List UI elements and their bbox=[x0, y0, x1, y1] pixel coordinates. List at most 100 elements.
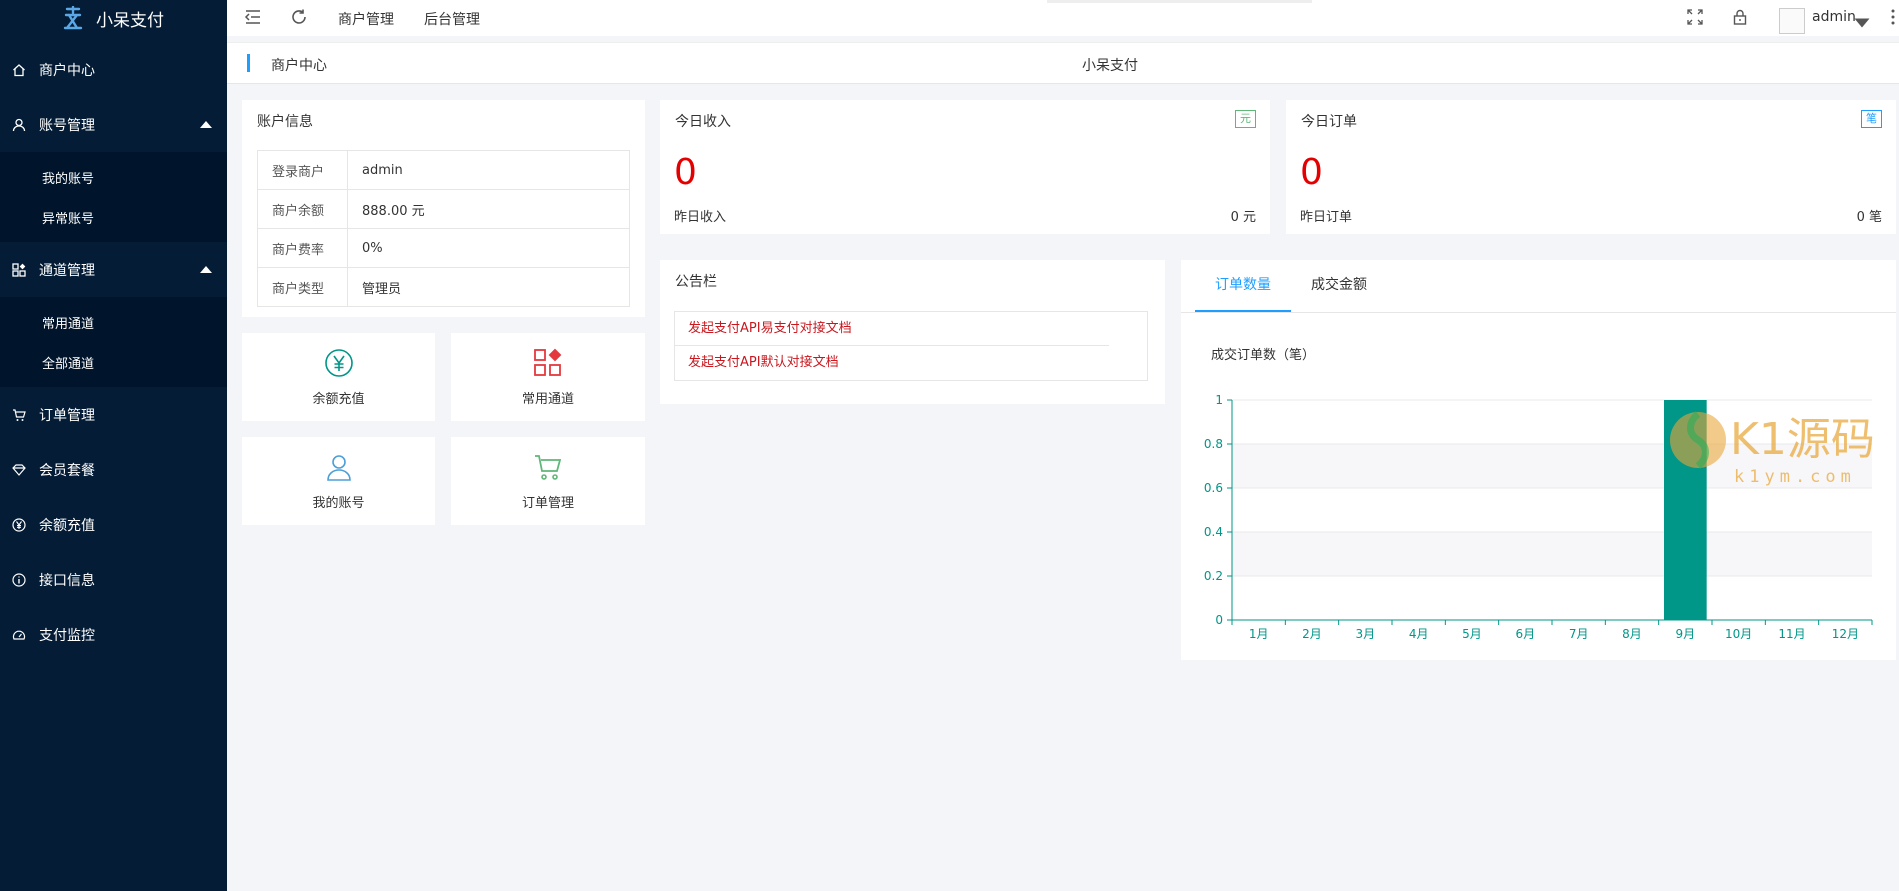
table-row: 商户费率 0% bbox=[257, 228, 630, 268]
apps-icon bbox=[533, 348, 563, 378]
y-tick-label: 0.2 bbox=[1204, 569, 1223, 583]
sidebar-item-abnormal-account[interactable]: 异常账号 bbox=[0, 197, 227, 237]
caret-up-icon bbox=[200, 121, 212, 128]
x-tick-label: 1月 bbox=[1249, 627, 1269, 641]
notice-list: 发起支付API易支付对接文档 发起支付API默认对接文档 bbox=[674, 311, 1148, 381]
submenu-account: 我的账号 异常账号 bbox=[0, 152, 227, 242]
yesterday-orders-label: 昨日订单 bbox=[1300, 210, 1353, 225]
notice-link[interactable]: 发起支付API易支付对接文档 bbox=[675, 312, 1109, 346]
sidebar-item-my-account[interactable]: 我的账号 bbox=[0, 157, 227, 197]
yesterday-income-value: 0 元 bbox=[1230, 210, 1256, 225]
info-icon bbox=[12, 572, 26, 587]
caret-up-icon bbox=[200, 266, 212, 273]
lock-icon[interactable] bbox=[1731, 8, 1749, 26]
x-tick-label: 7月 bbox=[1569, 627, 1589, 641]
count-badge: 笔 bbox=[1861, 110, 1882, 128]
chevron-down-icon[interactable] bbox=[1853, 14, 1870, 28]
quick-label: 订单管理 bbox=[521, 496, 574, 511]
x-tick-label: 3月 bbox=[1356, 627, 1376, 641]
table-key: 商户类型 bbox=[257, 267, 348, 307]
home-icon bbox=[12, 63, 26, 77]
sidebar-item-payment-monitor[interactable]: 支付监控 bbox=[0, 607, 227, 662]
sidebar: 小呆支付 商户中心 账号管理 我的账号 异常账号 通道管理 常用通道 全部通道 … bbox=[0, 0, 227, 891]
nav-merchant-management[interactable]: 商户管理 bbox=[338, 9, 394, 29]
table-key: 商户余额 bbox=[257, 189, 348, 229]
apps-icon bbox=[12, 262, 26, 277]
app-title: 小呆支付 bbox=[96, 10, 164, 31]
refresh-icon[interactable] bbox=[290, 8, 308, 26]
cart-icon bbox=[533, 452, 563, 482]
top-bar: 商户管理 后台管理 admin bbox=[227, 0, 1899, 36]
y-tick-label: 1 bbox=[1215, 393, 1223, 407]
sidebar-item-recharge[interactable]: 余额充值 bbox=[0, 497, 227, 552]
sidebar-item-label: 余额充值 bbox=[39, 517, 95, 534]
submenu-channel: 常用通道 全部通道 bbox=[0, 297, 227, 387]
table-key: 商户费率 bbox=[257, 228, 348, 268]
sidebar-item-all-channels[interactable]: 全部通道 bbox=[0, 342, 227, 382]
table-row: 商户余额 888.00 元 bbox=[257, 189, 630, 229]
sidebar-item-api-info[interactable]: 接口信息 bbox=[0, 552, 227, 607]
nav-admin-management[interactable]: 后台管理 bbox=[424, 9, 480, 29]
watermark-main: K1源码 bbox=[1730, 414, 1873, 465]
sidebar-nav: 商户中心 账号管理 我的账号 异常账号 通道管理 常用通道 全部通道 订单管理 … bbox=[0, 42, 227, 662]
user-icon bbox=[324, 452, 354, 482]
sidebar-item-channel-management[interactable]: 通道管理 bbox=[0, 242, 227, 297]
tab-merchant-center[interactable]: 商户中心 bbox=[271, 55, 327, 75]
quick-label: 余额充值 bbox=[312, 392, 365, 407]
sidebar-item-label: 支付监控 bbox=[39, 627, 95, 644]
dashboard-icon bbox=[12, 628, 26, 642]
sidebar-item-label: 会员套餐 bbox=[39, 462, 95, 479]
currency-badge: 元 bbox=[1235, 110, 1256, 128]
avatar[interactable] bbox=[1779, 8, 1805, 34]
y-tick-label: 0.6 bbox=[1204, 481, 1223, 495]
table-key: 登录商户 bbox=[257, 150, 348, 190]
sidebar-item-label: 订单管理 bbox=[39, 407, 95, 424]
x-tick-label: 5月 bbox=[1462, 627, 1482, 641]
x-tick-label: 12月 bbox=[1832, 627, 1859, 641]
x-tick-label: 2月 bbox=[1302, 627, 1322, 641]
card-title: 账户信息 bbox=[257, 114, 313, 130]
sidebar-item-label: 账号管理 bbox=[39, 117, 95, 134]
account-info-table: 登录商户 admin 商户余额 888.00 元 商户费率 0% 商户类型 管理员 bbox=[257, 150, 630, 307]
watermark-logo: K1源码 k1ym.com bbox=[1670, 411, 1873, 487]
logo-icon bbox=[62, 5, 84, 31]
today-income-card: 今日收入 元 0 昨日收入 0 元 bbox=[660, 100, 1270, 234]
y-tick-label: 0.8 bbox=[1204, 437, 1223, 451]
quick-my-account[interactable]: 我的账号 bbox=[242, 437, 435, 525]
account-info-card: 账户信息 登录商户 admin 商户余额 888.00 元 商户费率 0% 商户类型管… bbox=[242, 100, 645, 317]
active-indicator bbox=[247, 54, 250, 72]
yesterday-orders-value: 0 笔 bbox=[1856, 210, 1882, 225]
fullscreen-icon[interactable] bbox=[1686, 8, 1703, 26]
quick-recharge[interactable]: 余额充值 bbox=[242, 333, 435, 421]
card-title: 公告栏 bbox=[675, 274, 717, 290]
quick-orders[interactable]: 订单管理 bbox=[451, 437, 645, 525]
collapse-menu-icon[interactable] bbox=[244, 8, 262, 26]
grid-band bbox=[1232, 532, 1872, 576]
sidebar-item-label: 通道管理 bbox=[39, 262, 95, 279]
sidebar-item-account-management[interactable]: 账号管理 bbox=[0, 97, 227, 152]
user-icon bbox=[12, 118, 26, 132]
cart-icon bbox=[12, 408, 26, 422]
x-tick-label: 9月 bbox=[1676, 627, 1696, 641]
watermark-sub: k1ym.com bbox=[1734, 467, 1856, 487]
sidebar-item-orders[interactable]: 订单管理 bbox=[0, 387, 227, 442]
app-logo[interactable]: 小呆支付 bbox=[0, 0, 227, 36]
today-orders-card: 今日订单 笔 0 昨日订单 0 笔 bbox=[1286, 100, 1896, 234]
quick-label: 我的账号 bbox=[312, 496, 365, 511]
sidebar-item-membership[interactable]: 会员套餐 bbox=[0, 442, 227, 497]
sidebar-item-merchant-center[interactable]: 商户中心 bbox=[0, 42, 227, 97]
today-income-value: 0 bbox=[674, 152, 697, 193]
card-title: 今日收入 bbox=[675, 114, 731, 130]
yuan-icon bbox=[12, 517, 26, 532]
y-tick-label: 0 bbox=[1215, 613, 1223, 627]
x-tick-label: 10月 bbox=[1725, 627, 1752, 641]
sidebar-item-label: 接口信息 bbox=[39, 572, 95, 589]
x-tick-label: 6月 bbox=[1516, 627, 1536, 641]
sidebar-item-common-channels[interactable]: 常用通道 bbox=[0, 302, 227, 342]
quick-channels[interactable]: 常用通道 bbox=[451, 333, 645, 421]
notice-link[interactable]: 发起支付API默认对接文档 bbox=[675, 346, 1147, 380]
more-icon[interactable] bbox=[1884, 8, 1895, 26]
today-orders-value: 0 bbox=[1300, 152, 1323, 193]
table-row: 商户类型 管理员 bbox=[257, 267, 630, 307]
user-name[interactable]: admin bbox=[1812, 9, 1856, 25]
